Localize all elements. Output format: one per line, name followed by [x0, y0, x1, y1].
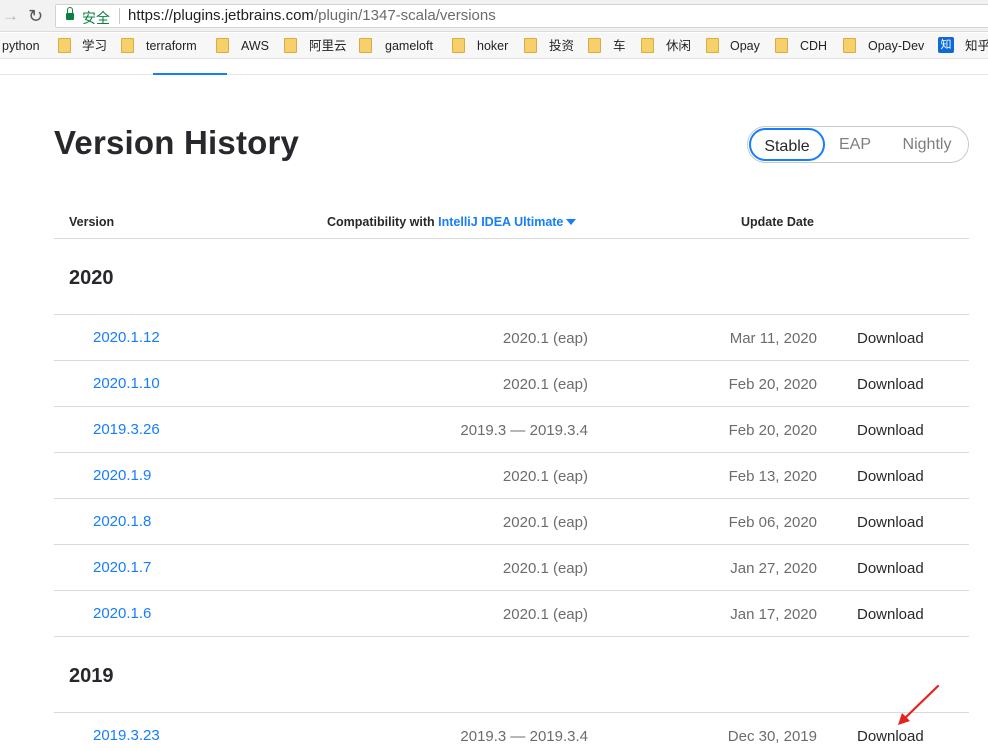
compatibility-range: 2020.1 (eap)	[502, 514, 588, 531]
bookmark-item[interactable]: AWS	[241, 37, 269, 55]
bookmarks-bar: python 学习 terraform AWS 阿里云 gameloft hoker 投资 车 休…	[0, 33, 988, 59]
folder-icon	[588, 38, 601, 53]
download-link[interactable]: Download	[857, 514, 924, 531]
year-heading-2020: 2020	[69, 267, 114, 289]
download-link[interactable]: Download	[857, 376, 924, 393]
column-header-version: Version	[69, 215, 115, 229]
bookmark-item[interactable]: 车	[613, 37, 626, 55]
table-row: 2019.3.23 2019.3 — 2019.3.4 Dec 30, 2019…	[54, 713, 969, 751]
version-link[interactable]: 2020.1.10	[93, 375, 160, 392]
update-date: Feb 20, 2020	[728, 376, 817, 393]
reload-icon[interactable]: ↻	[28, 6, 46, 26]
bookmark-item[interactable]: python	[2, 37, 40, 55]
version-link[interactable]: 2020.1.8	[93, 513, 151, 530]
bookmark-item[interactable]: CDH	[800, 37, 827, 55]
zhihu-icon: 知	[938, 37, 954, 53]
url-text[interactable]: https://plugins.jetbrains.com/plugin/134…	[128, 7, 496, 24]
update-date: Dec 30, 2019	[727, 728, 817, 745]
page-nav-divider	[0, 74, 988, 75]
lock-icon	[66, 7, 74, 21]
version-link[interactable]: 2019.3.23	[93, 727, 160, 744]
forward-arrow-icon[interactable]: →	[2, 6, 20, 26]
update-date: Feb 20, 2020	[728, 422, 817, 439]
table-row: 2019.3.26 2019.3 — 2019.3.4 Feb 20, 2020…	[54, 407, 969, 453]
bookmark-item[interactable]: 知乎	[965, 37, 988, 55]
table-row: 2020.1.6 2020.1 (eap) Jan 17, 2020 Downl…	[54, 591, 969, 637]
version-link[interactable]: 2020.1.12	[93, 329, 160, 346]
secure-label: 安全	[82, 10, 110, 26]
channel-switch: Stable EAP Nightly	[747, 126, 969, 163]
bookmark-item[interactable]: 投资	[549, 37, 574, 55]
folder-icon	[706, 38, 719, 53]
update-date: Mar 11, 2020	[729, 330, 817, 347]
table-row: 2020.1.10 2020.1 (eap) Feb 20, 2020 Down…	[54, 361, 969, 407]
bookmark-item[interactable]: gameloft	[385, 37, 433, 55]
year-heading-2019: 2019	[69, 665, 114, 687]
url-host: https://plugins.jetbrains.com	[128, 7, 314, 24]
channel-eap-button[interactable]: EAP	[830, 127, 880, 162]
table-row: 2020.1.12 2020.1 (eap) Mar 11, 2020 Down…	[54, 315, 969, 361]
channel-stable-button[interactable]: Stable	[749, 128, 825, 161]
bookmark-item[interactable]: Opay	[730, 37, 760, 55]
download-link[interactable]: Download	[857, 728, 924, 745]
page-nav-active-indicator	[153, 73, 227, 75]
product-name: IntelliJ IDEA Ultimate	[438, 215, 564, 229]
caret-down-icon	[566, 219, 577, 225]
download-link[interactable]: Download	[857, 606, 924, 623]
url-field[interactable]: 安全 https://plugins.jetbrains.com/plugin/…	[55, 4, 988, 28]
table-row: 2020.1.7 2020.1 (eap) Jan 27, 2020 Downl…	[54, 545, 969, 591]
folder-icon	[641, 38, 654, 53]
folder-icon	[843, 38, 856, 53]
update-date: Jan 17, 2020	[730, 606, 817, 623]
bookmark-item[interactable]: terraform	[146, 37, 197, 55]
bookmark-item[interactable]: 学习	[82, 37, 107, 55]
compatibility-range: 2020.1 (eap)	[502, 606, 588, 623]
version-link[interactable]: 2020.1.6	[93, 605, 151, 622]
folder-icon	[284, 38, 297, 53]
page-title: Version History	[54, 124, 300, 161]
folder-icon	[359, 38, 372, 53]
product-selector[interactable]: IntelliJ IDEA Ultimate	[438, 215, 577, 229]
compatibility-range: 2020.1 (eap)	[502, 376, 588, 393]
version-link[interactable]: 2020.1.7	[93, 559, 151, 576]
update-date: Jan 27, 2020	[730, 560, 817, 577]
table-row: 2020.1.8 2020.1 (eap) Feb 06, 2020 Downl…	[54, 499, 969, 545]
address-bar: → ↻ 安全 https://plugins.jetbrains.com/plu…	[0, 0, 988, 32]
bookmark-item[interactable]: 休闲	[666, 37, 691, 55]
folder-icon	[524, 38, 537, 53]
url-divider	[119, 8, 120, 24]
folder-icon	[216, 38, 229, 53]
bookmark-item[interactable]: 阿里云	[309, 37, 347, 55]
update-date: Feb 13, 2020	[728, 468, 817, 485]
folder-icon	[452, 38, 465, 53]
table-row: 2020.1.9 2020.1 (eap) Feb 13, 2020 Downl…	[54, 453, 969, 499]
channel-nightly-button[interactable]: Nightly	[892, 127, 962, 162]
folder-icon	[775, 38, 788, 53]
compatibility-range: 2020.1 (eap)	[502, 330, 588, 347]
compat-prefix: Compatibility with	[327, 215, 435, 229]
header-divider	[54, 238, 969, 239]
folder-icon	[121, 38, 134, 53]
column-header-compatibility: Compatibility with IntelliJ IDEA Ultimat…	[327, 215, 577, 229]
version-link[interactable]: 2020.1.9	[93, 467, 151, 484]
update-date: Feb 06, 2020	[728, 514, 817, 531]
download-link[interactable]: Download	[857, 422, 924, 439]
bookmark-item[interactable]: hoker	[477, 37, 508, 55]
bookmark-item[interactable]: Opay-Dev	[868, 37, 924, 55]
compatibility-range: 2019.3 — 2019.3.4	[460, 728, 588, 745]
compatibility-range: 2020.1 (eap)	[502, 468, 588, 485]
download-link[interactable]: Download	[857, 560, 924, 577]
compatibility-range: 2019.3 — 2019.3.4	[460, 422, 588, 439]
download-link[interactable]: Download	[857, 468, 924, 485]
row-divider	[54, 636, 969, 637]
compatibility-range: 2020.1 (eap)	[502, 560, 588, 577]
download-link[interactable]: Download	[857, 330, 924, 347]
version-link[interactable]: 2019.3.26	[93, 421, 160, 438]
folder-icon	[58, 38, 71, 53]
url-path: /plugin/1347-scala/versions	[313, 7, 496, 24]
annotation-arrow-icon	[898, 684, 940, 725]
column-header-update-date: Update Date	[741, 215, 814, 229]
